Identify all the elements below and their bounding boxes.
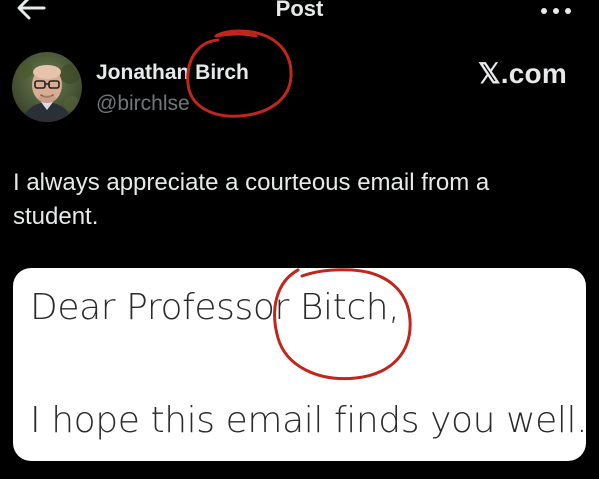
post-media-image[interactable]: Dear Professor Bitch, I hope this email … <box>13 268 586 461</box>
more-horizontal-icon[interactable] <box>539 0 573 22</box>
page-title: Post <box>275 0 324 21</box>
author-display-name[interactable]: Jonathan Birch <box>96 61 249 85</box>
email-opening-line: I hope this email finds you well. <box>30 400 586 441</box>
x-com-watermark: 𝕏.com <box>478 58 567 89</box>
avatar-photo <box>12 52 82 122</box>
author-handle[interactable]: @birchlse <box>96 92 190 116</box>
post-text: I always appreciate a courteous email fr… <box>13 169 490 230</box>
top-bar: Post <box>0 0 599 26</box>
email-salutation: Dear Professor Bitch, <box>30 287 400 328</box>
avatar[interactable] <box>12 52 82 122</box>
